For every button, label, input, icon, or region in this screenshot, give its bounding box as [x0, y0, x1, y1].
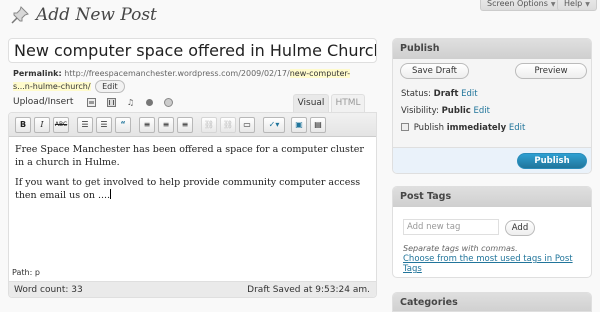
numbered-list-icon[interactable]: ☰ [96, 117, 112, 133]
permalink-edit-button[interactable]: Edit [95, 80, 125, 93]
pushpin-icon [9, 4, 31, 26]
publish-value: immediately [446, 123, 507, 133]
align-center-icon[interactable]: ≡ [158, 117, 174, 133]
categories-title: Categories [393, 293, 591, 311]
bullet-list-icon[interactable]: ☰ [77, 117, 93, 133]
kitchen-sink-icon[interactable]: ▤ [310, 117, 326, 133]
permalink-label: Permalink: [13, 69, 62, 78]
visibility-label: Visibility: [401, 106, 439, 116]
insert-more-icon[interactable]: ▭ [239, 117, 255, 133]
add-tag-button[interactable]: Add [505, 220, 535, 236]
status-edit-link[interactable]: Edit [461, 89, 477, 99]
publish-label: Publish [413, 123, 445, 133]
schedule-row: Publish immediately Edit [401, 123, 525, 133]
status-label: Status: [401, 89, 431, 99]
editor-paragraph: Free Space Manchester has been offered a… [15, 144, 364, 168]
editor-paragraph: If you want to get involved to help prov… [15, 176, 365, 202]
video-icon[interactable] [107, 98, 116, 107]
most-used-tags-link[interactable]: Choose from the most used tags in Post T… [403, 254, 578, 274]
tab-html[interactable]: HTML [331, 94, 365, 112]
status-value: Draft [433, 89, 459, 99]
media-icon[interactable] [145, 98, 154, 107]
bold-icon[interactable]: B [15, 117, 31, 133]
editor-content[interactable]: Free Space Manchester has been offered a… [15, 143, 365, 209]
status-row: Status: Draft Edit [401, 89, 478, 99]
tag-input[interactable]: Add new tag [403, 219, 499, 235]
draft-saved-status: Draft Saved at 9:53:24 am. [247, 285, 370, 295]
editor-paragraph-text: If you want to get involved to help prov… [15, 177, 361, 201]
align-left-icon[interactable]: ≡ [139, 117, 155, 133]
image-icon[interactable] [87, 98, 96, 107]
schedule-edit-link[interactable]: Edit [509, 123, 525, 133]
strikethrough-icon[interactable]: ABC [53, 117, 69, 133]
upload-insert-label: Upload/Insert [13, 97, 74, 107]
fullscreen-icon[interactable]: ▣ [291, 117, 307, 133]
save-draft-button[interactable]: Save Draft [400, 63, 469, 79]
visibility-value: Public [441, 106, 471, 116]
word-count: Word count: 33 [14, 285, 83, 295]
unlink-icon[interactable]: ⛓ [220, 117, 236, 133]
screen-options-button[interactable]: Screen Options ▼ [480, 0, 563, 11]
text-caret [110, 189, 112, 199]
permalink-base: http://freespacemanchester.wordpress.com… [64, 69, 290, 78]
italic-icon[interactable]: I [34, 117, 50, 133]
post-tags-title: Post Tags [393, 187, 591, 207]
chevron-down-icon: ▼ [585, 1, 590, 8]
publish-actions: Publish [393, 147, 591, 173]
post-tags-box: Post Tags Add new tag Add Separate tags … [392, 186, 592, 278]
spellcheck-icon[interactable]: ✓▾ [263, 117, 285, 133]
visibility-edit-link[interactable]: Edit [474, 106, 490, 116]
help-button[interactable]: Help ▼ [557, 0, 597, 11]
media-icon[interactable] [164, 98, 173, 107]
align-right-icon[interactable]: ≡ [177, 117, 193, 133]
tags-hint: Separate tags with commas. [403, 244, 518, 253]
post-editor: B I ABC ☰ ☰ “ ≡ ≡ ≡ ⛓ ⛓ ▭ ✓▾ ▣ ▤ Free Sp… [8, 112, 377, 298]
post-title-input[interactable]: New computer space offered in Hulme Chur… [8, 38, 377, 63]
blockquote-icon[interactable]: “ [115, 117, 131, 133]
publish-box: Publish Save Draft Preview Status: Draft… [392, 38, 592, 174]
categories-box[interactable]: Categories [392, 292, 592, 312]
calendar-icon [401, 123, 409, 131]
screen-options-label: Screen Options [487, 0, 548, 8]
visibility-row: Visibility: Public Edit [401, 106, 490, 116]
permalink: Permalink: http://freespacemanchester.wo… [13, 68, 358, 93]
publish-box-title: Publish [393, 39, 591, 59]
editor-status-bar: Word count: 33 Draft Saved at 9:53:24 am… [9, 281, 376, 297]
publish-button[interactable]: Publish [517, 153, 587, 169]
editor-path: Path: p [9, 267, 376, 279]
music-icon[interactable]: ♫ [126, 98, 135, 107]
page-title: Add New Post [36, 5, 157, 25]
preview-button[interactable]: Preview [515, 63, 587, 79]
tab-visual[interactable]: Visual [293, 94, 329, 112]
insert-link-icon[interactable]: ⛓ [201, 117, 217, 133]
editor-toolbar: B I ABC ☰ ☰ “ ≡ ≡ ≡ ⛓ ⛓ ▭ ✓▾ ▣ ▤ [9, 113, 376, 137]
chevron-down-icon: ▼ [550, 1, 556, 8]
help-label: Help [564, 0, 583, 8]
